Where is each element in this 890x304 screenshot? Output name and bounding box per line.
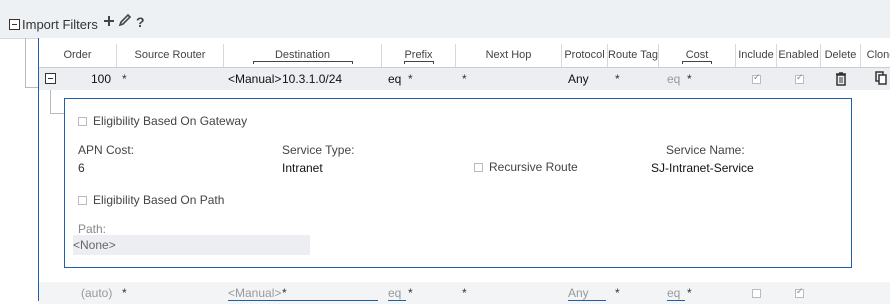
tree-connector [25, 38, 26, 88]
source-router-value[interactable]: * [122, 282, 127, 304]
column-header-next-hop[interactable]: Next Hop [456, 44, 562, 67]
include-checkbox[interactable] [752, 72, 761, 84]
prefix-value[interactable]: * [408, 282, 413, 304]
route-tag-value[interactable]: * [615, 68, 620, 90]
apn-cost-label: APN Cost: [78, 143, 135, 157]
column-header-include[interactable]: Include [736, 44, 777, 67]
column-header-route-tag[interactable]: Route Tag [608, 44, 659, 67]
pencil-icon [118, 13, 132, 27]
collapse-section-button[interactable] [9, 19, 20, 30]
section-title: Import Filters [22, 17, 98, 32]
column-header-source-router[interactable]: Source Router [117, 44, 224, 67]
table-row[interactable]: 100 * <Manual> 10.3.1.0/24 eq * * Any * … [39, 68, 890, 90]
prefix-underline [388, 300, 406, 301]
prefix-value[interactable]: * [408, 68, 413, 90]
enabled-checkbox[interactable] [795, 72, 804, 84]
column-header-prefix[interactable]: Prefix [382, 44, 456, 67]
service-type-label: Service Type: [282, 143, 355, 157]
eligibility-gateway-toggle[interactable]: Eligibility Based On Gateway [78, 114, 247, 128]
apn-cost-value[interactable]: 6 [78, 161, 85, 175]
copy-icon [875, 71, 887, 85]
source-router-value[interactable]: * [122, 68, 127, 90]
add-filter-button[interactable] [103, 14, 115, 31]
eligibility-path-checkbox[interactable] [78, 196, 87, 206]
cost-underline [667, 300, 685, 301]
detail-tree-connector [50, 90, 51, 114]
next-hop-value[interactable]: * [462, 282, 467, 304]
eligibility-gateway-label: Eligibility Based On Gateway [93, 114, 248, 128]
eligibility-gateway-checkbox[interactable] [78, 117, 87, 127]
column-header-enabled[interactable]: Enabled [777, 44, 821, 67]
trash-icon [836, 72, 846, 86]
detail-tree-connector-branch [50, 113, 64, 114]
column-header-cost[interactable]: Cost [659, 44, 736, 67]
path-label: Path: [78, 222, 107, 236]
section-header-bar [0, 0, 890, 39]
help-button[interactable]: ? [136, 14, 145, 30]
delete-button[interactable] [835, 71, 847, 89]
cost-value[interactable]: * [687, 68, 692, 90]
column-header-destination[interactable]: Destination [224, 44, 382, 67]
column-header-protocol[interactable]: Protocol [562, 44, 608, 67]
table-row-new[interactable]: (auto) * <Manual> * eq * * Any * eq * [39, 282, 890, 304]
table-header: Order Source Router Destination Prefix N… [39, 44, 890, 68]
clone-button[interactable] [875, 71, 888, 89]
edit-filter-button[interactable] [118, 13, 132, 31]
column-header-order[interactable]: Order [39, 44, 117, 67]
service-name-value[interactable]: SJ-Intranet-Service [651, 161, 754, 175]
column-header-delete[interactable]: Delete [821, 44, 861, 67]
recursive-route-label: Recursive Route [489, 160, 578, 174]
next-hop-value[interactable]: * [462, 68, 467, 90]
eligibility-path-toggle[interactable]: Eligibility Based On Path [78, 193, 224, 207]
service-name-label: Service Name: [666, 143, 745, 157]
column-header-clone[interactable]: Clone [861, 44, 890, 67]
eligibility-path-label: Eligibility Based On Path [93, 193, 225, 207]
destination-underline [228, 300, 378, 301]
plus-icon [104, 16, 114, 26]
order-value[interactable]: 100 [91, 68, 111, 90]
destination-mode[interactable]: <Manual> [228, 68, 281, 90]
path-value[interactable]: <None> [73, 238, 116, 252]
cost-value[interactable]: * [687, 282, 692, 304]
order-value[interactable]: (auto) [81, 282, 112, 304]
recursive-route-toggle[interactable]: Recursive Route [474, 160, 578, 174]
cost-operator[interactable]: eq [667, 68, 680, 90]
prefix-operator[interactable]: eq [388, 68, 401, 90]
protocol-underline [568, 300, 606, 301]
route-tag-value[interactable]: * [615, 282, 620, 304]
tree-connector-branch [25, 87, 38, 88]
protocol-value[interactable]: Any [568, 68, 589, 90]
enabled-checkbox[interactable] [795, 286, 804, 298]
service-type-value[interactable]: Intranet [282, 161, 323, 175]
collapse-row-button[interactable] [45, 73, 56, 84]
include-checkbox[interactable] [752, 289, 761, 298]
recursive-route-checkbox[interactable] [474, 163, 483, 173]
destination-value[interactable]: 10.3.1.0/24 [282, 68, 342, 90]
